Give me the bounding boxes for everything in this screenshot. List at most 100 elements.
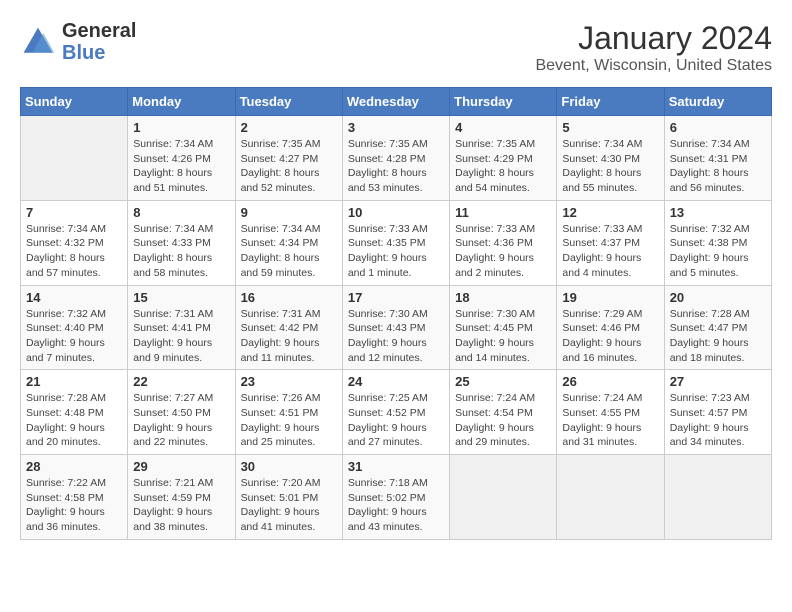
page-title: January 2024 bbox=[535, 20, 772, 57]
header-saturday: Saturday bbox=[664, 88, 771, 116]
day-info: Sunrise: 7:35 AMSunset: 4:28 PMDaylight:… bbox=[348, 137, 444, 196]
day-number: 6 bbox=[670, 120, 766, 135]
day-number: 26 bbox=[562, 374, 658, 389]
day-number: 31 bbox=[348, 459, 444, 474]
calendar-cell: 11Sunrise: 7:33 AMSunset: 4:36 PMDayligh… bbox=[450, 200, 557, 285]
day-number: 21 bbox=[26, 374, 122, 389]
calendar-cell: 8Sunrise: 7:34 AMSunset: 4:33 PMDaylight… bbox=[128, 200, 235, 285]
calendar-cell: 14 Sunrise: 7:32 AMSunset: 4:40 PMDayligh… bbox=[21, 285, 128, 370]
day-number: 12 bbox=[562, 205, 658, 220]
calendar-cell: 12Sunrise: 7:33 AMSunset: 4:37 PMDayligh… bbox=[557, 200, 664, 285]
calendar-cell: 28 Sunrise: 7:22 AMSunset: 4:58 PMDayligh… bbox=[21, 455, 128, 540]
day-number: 30 bbox=[241, 459, 337, 474]
day-info: Sunrise: 7:34 AMSunset: 4:30 PMDaylight:… bbox=[562, 137, 658, 196]
day-number: 24 bbox=[348, 374, 444, 389]
calendar-cell: 26 Sunrise: 7:24 AMSunset: 4:55 PMDayligh… bbox=[557, 370, 664, 455]
day-number: 13 bbox=[670, 205, 766, 220]
calendar-cell: 10 Sunrise: 7:33 AMSunset: 4:35 PMDayligh… bbox=[342, 200, 449, 285]
calendar-cell: 21 Sunrise: 7:28 AMSunset: 4:48 PMDayligh… bbox=[21, 370, 128, 455]
calendar-cell: 4Sunrise: 7:35 AMSunset: 4:29 PMDaylight… bbox=[450, 116, 557, 201]
calendar-cell: 25Sunrise: 7:24 AMSunset: 4:54 PMDayligh… bbox=[450, 370, 557, 455]
day-number: 23 bbox=[241, 374, 337, 389]
day-info: Sunrise: 7:25 AMSunset: 4:52 PMDaylight:… bbox=[348, 391, 444, 450]
header-sunday: Sunday bbox=[21, 88, 128, 116]
day-number: 15 bbox=[133, 290, 229, 305]
day-number: 9 bbox=[241, 205, 337, 220]
day-number: 3 bbox=[348, 120, 444, 135]
day-number: 1 bbox=[133, 120, 229, 135]
calendar-cell: 15 Sunrise: 7:31 AMSunset: 4:41 PMDayligh… bbox=[128, 285, 235, 370]
header-friday: Friday bbox=[557, 88, 664, 116]
logo-text: General Blue bbox=[62, 20, 136, 64]
calendar-week-2: 7Sunrise: 7:34 AMSunset: 4:32 PMDaylight… bbox=[21, 200, 772, 285]
calendar-cell: 6 Sunrise: 7:34 AMSunset: 4:31 PMDaylight… bbox=[664, 116, 771, 201]
calendar-cell: 30Sunrise: 7:20 AMSunset: 5:01 PMDayligh… bbox=[235, 455, 342, 540]
calendar-week-1: 1 Sunrise: 7:34 AMSunset: 4:26 PMDaylight… bbox=[21, 116, 772, 201]
calendar-cell: 31 Sunrise: 7:18 AMSunset: 5:02 PMDayligh… bbox=[342, 455, 449, 540]
calendar-cell: 24 Sunrise: 7:25 AMSunset: 4:52 PMDayligh… bbox=[342, 370, 449, 455]
day-info: Sunrise: 7:24 AMSunset: 4:55 PMDaylight:… bbox=[562, 391, 658, 450]
day-info: Sunrise: 7:21 AMSunset: 4:59 PMDaylight:… bbox=[133, 476, 229, 535]
day-info: Sunrise: 7:34 AMSunset: 4:31 PMDaylight:… bbox=[670, 137, 766, 196]
calendar-week-4: 21 Sunrise: 7:28 AMSunset: 4:48 PMDayligh… bbox=[21, 370, 772, 455]
day-info: Sunrise: 7:26 AMSunset: 4:51 PMDaylight:… bbox=[241, 391, 337, 450]
day-number: 22 bbox=[133, 374, 229, 389]
logo-blue: Blue bbox=[62, 42, 136, 64]
logo: General Blue bbox=[20, 20, 136, 64]
header-tuesday: Tuesday bbox=[235, 88, 342, 116]
calendar-cell: 19 Sunrise: 7:29 AMSunset: 4:46 PMDayligh… bbox=[557, 285, 664, 370]
day-number: 4 bbox=[455, 120, 551, 135]
day-info: Sunrise: 7:28 AMSunset: 4:48 PMDaylight:… bbox=[26, 391, 122, 450]
day-info: Sunrise: 7:22 AMSunset: 4:58 PMDaylight:… bbox=[26, 476, 122, 535]
day-number: 17 bbox=[348, 290, 444, 305]
header-thursday: Thursday bbox=[450, 88, 557, 116]
day-number: 18 bbox=[455, 290, 551, 305]
calendar-cell: 18 Sunrise: 7:30 AMSunset: 4:45 PMDayligh… bbox=[450, 285, 557, 370]
day-info: Sunrise: 7:32 AMSunset: 4:40 PMDaylight:… bbox=[26, 307, 122, 366]
day-info: Sunrise: 7:29 AMSunset: 4:46 PMDaylight:… bbox=[562, 307, 658, 366]
day-info: Sunrise: 7:33 AMSunset: 4:35 PMDaylight:… bbox=[348, 222, 444, 281]
day-number: 19 bbox=[562, 290, 658, 305]
day-number: 5 bbox=[562, 120, 658, 135]
calendar-header-row: SundayMondayTuesdayWednesdayThursdayFrid… bbox=[21, 88, 772, 116]
calendar-cell bbox=[450, 455, 557, 540]
day-number: 7 bbox=[26, 205, 122, 220]
calendar-week-3: 14 Sunrise: 7:32 AMSunset: 4:40 PMDayligh… bbox=[21, 285, 772, 370]
day-info: Sunrise: 7:34 AMSunset: 4:33 PMDaylight:… bbox=[133, 222, 229, 281]
calendar-cell: 17 Sunrise: 7:30 AMSunset: 4:43 PMDayligh… bbox=[342, 285, 449, 370]
day-info: Sunrise: 7:27 AMSunset: 4:50 PMDaylight:… bbox=[133, 391, 229, 450]
day-info: Sunrise: 7:34 AMSunset: 4:34 PMDaylight:… bbox=[241, 222, 337, 281]
day-number: 10 bbox=[348, 205, 444, 220]
day-info: Sunrise: 7:23 AMSunset: 4:57 PMDaylight:… bbox=[670, 391, 766, 450]
calendar-cell: 20 Sunrise: 7:28 AMSunset: 4:47 PMDayligh… bbox=[664, 285, 771, 370]
day-number: 11 bbox=[455, 205, 551, 220]
day-number: 29 bbox=[133, 459, 229, 474]
calendar-table: SundayMondayTuesdayWednesdayThursdayFrid… bbox=[20, 87, 772, 540]
day-number: 25 bbox=[455, 374, 551, 389]
calendar-cell: 27 Sunrise: 7:23 AMSunset: 4:57 PMDayligh… bbox=[664, 370, 771, 455]
day-number: 16 bbox=[241, 290, 337, 305]
day-info: Sunrise: 7:18 AMSunset: 5:02 PMDaylight:… bbox=[348, 476, 444, 535]
day-info: Sunrise: 7:35 AMSunset: 4:27 PMDaylight:… bbox=[241, 137, 337, 196]
calendar-cell: 1 Sunrise: 7:34 AMSunset: 4:26 PMDaylight… bbox=[128, 116, 235, 201]
day-number: 14 bbox=[26, 290, 122, 305]
day-info: Sunrise: 7:34 AMSunset: 4:26 PMDaylight:… bbox=[133, 137, 229, 196]
title-block: January 2024 Bevent, Wisconsin, United S… bbox=[535, 20, 772, 75]
calendar-cell: 29 Sunrise: 7:21 AMSunset: 4:59 PMDayligh… bbox=[128, 455, 235, 540]
day-number: 2 bbox=[241, 120, 337, 135]
calendar-cell: 9 Sunrise: 7:34 AMSunset: 4:34 PMDaylight… bbox=[235, 200, 342, 285]
day-info: Sunrise: 7:28 AMSunset: 4:47 PMDaylight:… bbox=[670, 307, 766, 366]
day-number: 28 bbox=[26, 459, 122, 474]
day-info: Sunrise: 7:30 AMSunset: 4:43 PMDaylight:… bbox=[348, 307, 444, 366]
calendar-cell: 16Sunrise: 7:31 AMSunset: 4:42 PMDayligh… bbox=[235, 285, 342, 370]
calendar-cell: 23 Sunrise: 7:26 AMSunset: 4:51 PMDayligh… bbox=[235, 370, 342, 455]
day-info: Sunrise: 7:31 AMSunset: 4:41 PMDaylight:… bbox=[133, 307, 229, 366]
logo-general: General bbox=[62, 20, 136, 42]
calendar-cell: 2 Sunrise: 7:35 AMSunset: 4:27 PMDaylight… bbox=[235, 116, 342, 201]
calendar-week-5: 28 Sunrise: 7:22 AMSunset: 4:58 PMDayligh… bbox=[21, 455, 772, 540]
day-number: 27 bbox=[670, 374, 766, 389]
day-info: Sunrise: 7:30 AMSunset: 4:45 PMDaylight:… bbox=[455, 307, 551, 366]
calendar-cell bbox=[21, 116, 128, 201]
day-number: 20 bbox=[670, 290, 766, 305]
page-subtitle: Bevent, Wisconsin, United States bbox=[535, 57, 772, 75]
